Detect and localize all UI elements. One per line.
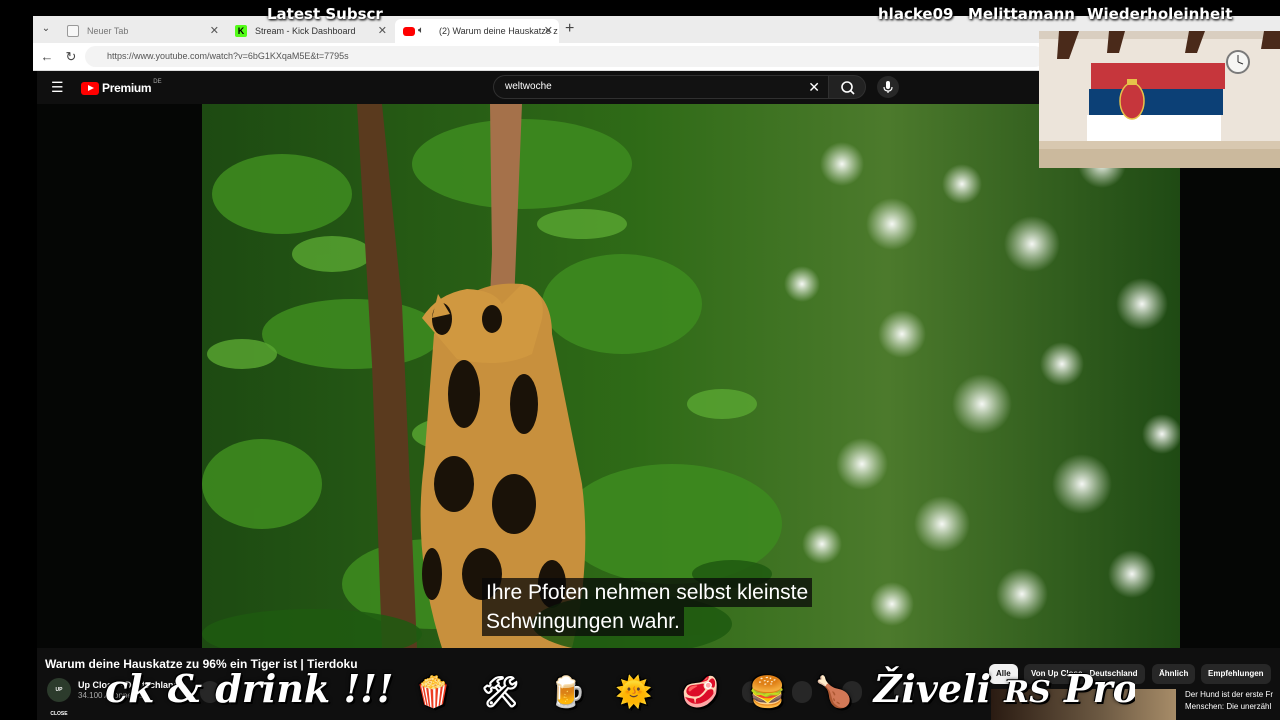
burger-icon: 🍔 (748, 675, 786, 710)
ticker-text: Prost (1064, 666, 1135, 711)
webcam-room-scene (1039, 31, 1280, 168)
subtitle-line: Schwingungen wahr. (482, 607, 684, 636)
reload-icon[interactable]: ↻ (63, 49, 79, 65)
popcorn-icon: 🍿 (414, 675, 453, 710)
video-frame[interactable]: Ihre Pfoten nehmen selbst kleinste Schwi… (202, 104, 1180, 648)
browser-tab-active[interactable]: 🔈︎ (2) Warum deine Hauskatze z ✕ (395, 19, 559, 43)
tab-label: Neuer Tab (87, 26, 129, 36)
ticker-text: ck & drink !!! (105, 666, 394, 711)
browser-tab[interactable]: Neuer Tab ✕ (59, 19, 225, 43)
tab-label: (2) Warum deine Hauskatze z (439, 26, 558, 36)
voice-search-button[interactable] (877, 76, 899, 98)
browser-tab[interactable]: K Stream - Kick Dashboard ✕ (227, 19, 393, 43)
video-frame-clouded-leopard (202, 104, 1180, 648)
microphone-icon (883, 81, 893, 93)
search-button[interactable] (828, 75, 866, 99)
video-subtitles: Ihre Pfoten nehmen selbst kleinste Schwi… (482, 578, 813, 636)
menu-icon[interactable]: ☰ (51, 80, 65, 94)
stream-ticker-overlay: ck & drink !!! 🍿 🛠 🍺 🌞 🥩 🍔 🍗 Živeli RS P… (105, 664, 1135, 714)
serbia-flag-icon (1087, 63, 1225, 141)
close-tab-icon[interactable]: ✕ (378, 19, 387, 43)
close-tab-icon[interactable]: ✕ (210, 19, 219, 43)
sun-icon: 🌞 (615, 675, 653, 710)
back-arrow-icon[interactable]: ← (39, 49, 55, 64)
recommended-title-line: Menschen: Die unerzähl (1185, 702, 1272, 711)
youtube-page: ☰ Premium DE weltwoche ✕ Ihre Pfoten neh… (37, 71, 1280, 720)
channel-avatar[interactable]: UP CLOSE (47, 678, 71, 717)
url-field[interactable]: https://www.youtube.com/watch?v=6bG1KXqa… (85, 46, 1045, 67)
speaker-icon[interactable]: 🔈︎ (418, 19, 424, 43)
ticker-text: Živeli (873, 666, 991, 711)
beer-icon: 🍺 (548, 675, 587, 710)
ticker-country-code: RS (1004, 675, 1051, 710)
recommended-video-title[interactable]: Der Hund ist der erste Fr Menschen: Die … (1185, 689, 1273, 713)
new-tab-icon (67, 25, 79, 37)
tab-label: Stream - Kick Dashboard (255, 26, 356, 36)
new-tab-plus-icon[interactable]: + (565, 20, 574, 38)
tools-icon: 🛠 (481, 675, 520, 710)
logo-text: Premium (102, 81, 152, 95)
kick-logo-icon: K (235, 25, 247, 37)
youtube-favicon-icon (403, 27, 415, 36)
meat-icon: 🥩 (681, 675, 720, 710)
chip-related[interactable]: Ähnlich (1152, 664, 1196, 684)
logo-region: DE (153, 79, 162, 85)
close-tab-icon[interactable]: ✕ (544, 19, 553, 43)
chicken-leg-icon: 🍗 (815, 675, 853, 710)
subtitle-line: Ihre Pfoten nehmen selbst kleinste (482, 578, 813, 607)
video-player[interactable]: Ihre Pfoten nehmen selbst kleinste Schwi… (37, 104, 1280, 648)
search-icon (841, 81, 855, 95)
youtube-play-icon (81, 81, 99, 95)
webcam-overlay (1039, 31, 1280, 168)
search-value: weltwoche (505, 81, 552, 92)
chip-recommendations[interactable]: Empfehlungen (1201, 664, 1271, 684)
tab-list-chevron-icon[interactable]: ⌄ (39, 22, 53, 36)
recommended-title-line: Der Hund ist der erste Fr (1185, 690, 1274, 699)
clear-search-icon[interactable]: ✕ (808, 76, 820, 98)
search-input[interactable]: weltwoche ✕ (493, 75, 828, 99)
youtube-logo[interactable]: Premium DE (81, 79, 162, 95)
